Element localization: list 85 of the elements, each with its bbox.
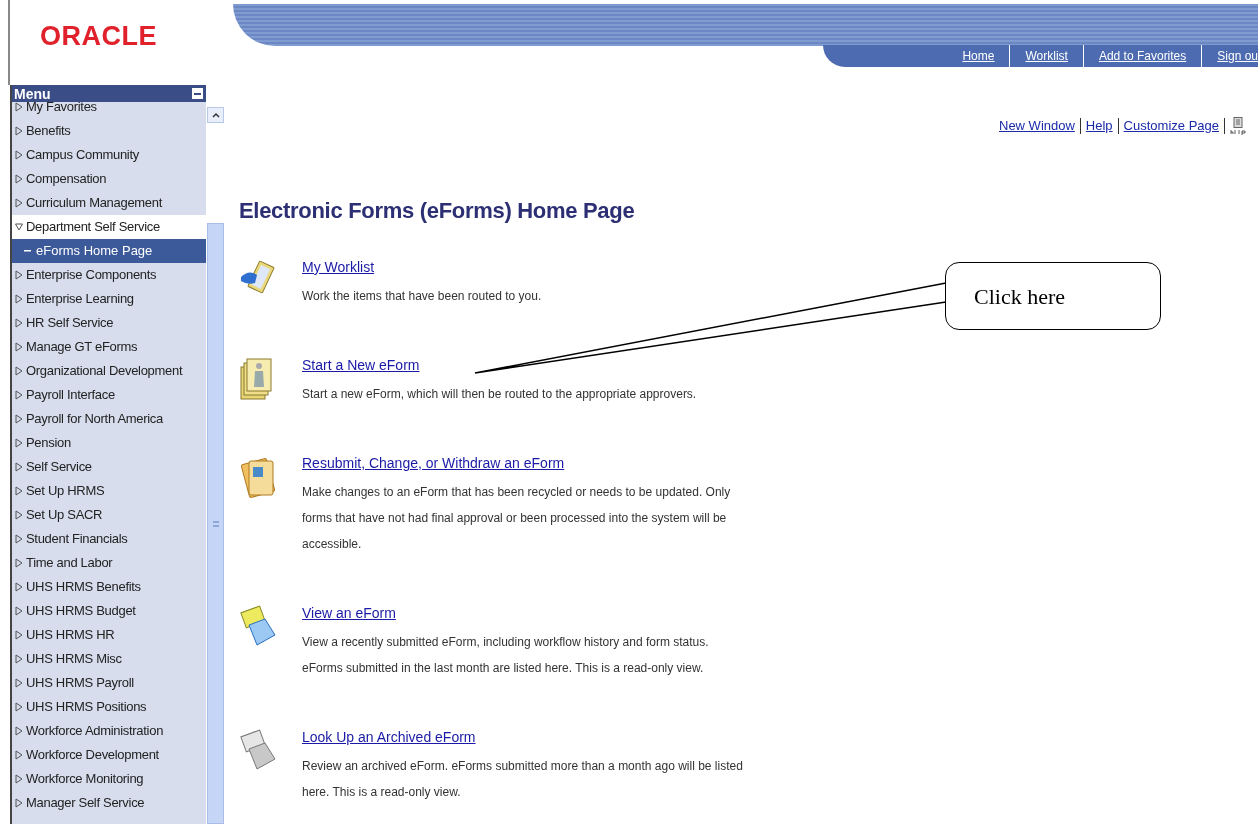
dash-icon [24, 250, 31, 252]
entry-description: Start a new eForm, which will then be routed to the appropriate approvers. [302, 385, 698, 403]
menu-item[interactable]: Manage GT eForms [12, 335, 206, 359]
entry-link[interactable]: My Worklist [302, 258, 375, 275]
menu-item[interactable]: Workforce Monitoring [12, 767, 206, 791]
collapsed-triangle-icon [15, 342, 23, 352]
collapsed-triangle-icon [15, 102, 23, 112]
entry-link[interactable]: Start a New eForm [302, 356, 420, 373]
menu-title: Menu [14, 86, 51, 101]
collapsed-triangle-icon [15, 174, 23, 184]
collapsed-triangle-icon [15, 726, 23, 736]
menu-item[interactable]: UHS HRMS HR [12, 623, 206, 647]
menu-item[interactable]: Set Up SACR [12, 503, 206, 527]
nav-link[interactable]: Home [947, 47, 1010, 65]
collapsed-triangle-icon [15, 198, 23, 208]
menu-item[interactable]: Campus Community [12, 143, 206, 167]
page-heading: Electronic Forms (eForms) Home Page [239, 196, 636, 225]
collapsed-triangle-icon [15, 534, 23, 544]
entry-description: Work the items that have been routed to you. [302, 287, 543, 305]
menu-item[interactable]: Enterprise Components [12, 263, 206, 287]
page-link[interactable]: New Window [999, 116, 1075, 136]
collapsed-triangle-icon [15, 750, 23, 760]
entry-link[interactable]: View an eForm [302, 604, 396, 621]
menu-item[interactable]: UHS HRMS Payroll [12, 671, 206, 695]
logo: ORACLE [40, 21, 157, 51]
url-document-icon[interactable] [1230, 116, 1246, 135]
menu-item[interactable]: Student Financials [12, 527, 206, 551]
collapsed-triangle-icon [15, 270, 23, 280]
collapsed-triangle-icon [15, 438, 23, 448]
collapsed-triangle-icon [15, 294, 23, 304]
collapsed-triangle-icon [15, 462, 23, 472]
nav-link[interactable]: Add to Favorites [1083, 47, 1202, 65]
collapsed-triangle-icon [15, 774, 23, 784]
menu-item[interactable]: UHS HRMS Benefits [12, 575, 206, 599]
collapse-icon[interactable] [192, 88, 203, 99]
page-link[interactable]: Help [1085, 116, 1113, 136]
collapsed-triangle-icon [15, 702, 23, 712]
menu-item[interactable]: Workforce Development [12, 743, 206, 767]
entry-description: Make changes to an eForm that has been recycled or needs to be updated. Only forms that have not had final approval or been processed into the system will be accessible. [302, 483, 732, 553]
callout: Click here [945, 262, 1161, 330]
menu-item[interactable]: Self Service [12, 455, 206, 479]
entry-link[interactable]: Resubmit, Change, or Withdraw an eForm [302, 454, 565, 471]
menu-item[interactable]: Manager Self Service [12, 791, 206, 815]
collapsed-triangle-icon [15, 366, 23, 376]
menu-item[interactable]: Benefits [12, 119, 206, 143]
menu-item[interactable]: Enterprise Learning [12, 287, 206, 311]
collapsed-triangle-icon [15, 510, 23, 520]
expanded-triangle-icon [15, 222, 23, 232]
collapsed-triangle-icon [15, 414, 23, 424]
collapsed-triangle-icon [15, 126, 23, 136]
menu-item[interactable]: HR Self Service [12, 311, 206, 335]
menu-item[interactable]: UHS HRMS Misc [12, 647, 206, 671]
collapsed-triangle-icon [15, 606, 23, 616]
menu-item[interactable]: UHS HRMS Positions [12, 695, 206, 719]
collapsed-triangle-icon [15, 582, 23, 592]
nav-link[interactable]: Worklist [1010, 47, 1083, 65]
collapsed-triangle-icon [15, 630, 23, 640]
menu-item[interactable]: Time and Labor [12, 551, 206, 575]
menu-item[interactable]: Payroll for North America [12, 407, 206, 431]
collapsed-triangle-icon [15, 318, 23, 328]
menu-subitem[interactable]: eForms Home Page [12, 239, 206, 263]
menu-item[interactable]: Department Self Service [12, 215, 206, 239]
collapsed-triangle-icon [15, 558, 23, 568]
collapsed-triangle-icon [15, 798, 23, 808]
menu-item[interactable]: Organizational Development [12, 359, 206, 383]
entry-description: View a recently submitted eForm, including workflow history and form status. eForms submitted in the last month are listed here. This is a read-only view. [302, 633, 710, 677]
nav-link[interactable]: Sign ou [1202, 47, 1258, 65]
collapsed-triangle-icon [15, 678, 23, 688]
menu-item[interactable]: Payroll Interface [12, 383, 206, 407]
collapsed-triangle-icon [15, 150, 23, 160]
collapsed-triangle-icon [15, 486, 23, 496]
menu-item[interactable]: Curriculum Management [12, 191, 206, 215]
scroll-up-icon[interactable] [207, 107, 224, 123]
collapsed-triangle-icon [15, 654, 23, 664]
menu-item[interactable]: Pension [12, 431, 206, 455]
menu-item[interactable]: Workforce Administration [12, 719, 206, 743]
menu-item[interactable]: Compensation [12, 167, 206, 191]
menu-item[interactable]: Set Up HRMS [12, 479, 206, 503]
collapsed-triangle-icon [15, 390, 23, 400]
entry-description: Review an archived eForm. eForms submitted more than a month ago will be listed here. This is a read-only view. [302, 757, 744, 801]
scroll-thumb[interactable] [207, 223, 224, 824]
menu-item[interactable]: UHS HRMS Budget [12, 599, 206, 623]
entry-link[interactable]: Look Up an Archived eForm [302, 728, 476, 745]
stacked-forms-icon [239, 356, 273, 403]
page-link[interactable]: Customize Page [1123, 116, 1219, 136]
